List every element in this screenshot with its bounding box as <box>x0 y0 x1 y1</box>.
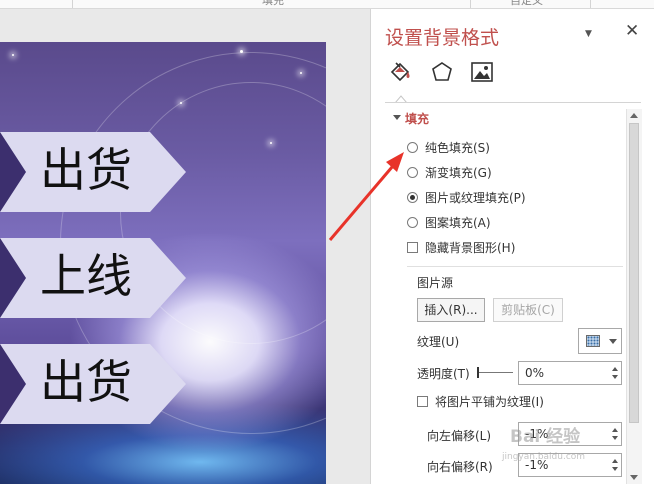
transparency-slider[interactable] <box>477 367 513 378</box>
slider-knob[interactable] <box>477 367 479 378</box>
picture-source-label: 图片源 <box>417 276 454 290</box>
star-decor <box>300 72 302 74</box>
scroll-up-icon[interactable] <box>630 113 638 118</box>
star-decor <box>12 54 14 56</box>
spin-up-icon[interactable] <box>612 459 618 463</box>
banner-text[interactable]: 出货 <box>40 350 132 414</box>
spin-down-icon[interactable] <box>612 436 618 440</box>
picture-fill-radio[interactable] <box>407 192 418 203</box>
format-background-pane: 设置背景格式 ▼ ✕ 填充 纯色填充(S) 渐变填充(G) 图片或纹理填充(P)… <box>370 9 654 484</box>
texture-label: 纹理(U) <box>417 335 460 349</box>
collapse-triangle-icon[interactable] <box>393 115 401 120</box>
offset-right-label: 向右偏移(R) <box>427 460 493 474</box>
picture-icon[interactable] <box>469 59 495 85</box>
tile-picture-checkbox[interactable] <box>417 396 428 407</box>
transparency-value: 0% <box>525 366 545 380</box>
star-decor <box>270 142 272 144</box>
section-divider <box>407 266 623 267</box>
insert-button[interactable]: 插入(R)... <box>417 298 485 322</box>
pattern-fill-label[interactable]: 图案填充(A) <box>425 214 491 231</box>
close-icon[interactable]: ✕ <box>625 21 639 41</box>
pane-options-dropdown[interactable]: ▼ <box>585 29 592 39</box>
transparency-input[interactable]: 0% <box>518 361 622 385</box>
banner-text[interactable]: 上线 <box>40 244 132 308</box>
spin-down-icon[interactable] <box>612 467 618 471</box>
star-decor <box>180 102 182 104</box>
solid-fill-radio[interactable] <box>407 142 418 153</box>
watermark-url: jingyan.baidu.com <box>502 452 586 462</box>
tile-picture-label[interactable]: 将图片平铺为纹理(I) <box>435 393 544 410</box>
paint-bucket-icon[interactable] <box>387 59 413 85</box>
pentagon-icon[interactable] <box>429 59 455 85</box>
hide-bg-graphics-checkbox[interactable] <box>407 242 418 253</box>
banner-shape[interactable]: 上线 <box>0 238 186 318</box>
texture-picker[interactable] <box>578 328 622 354</box>
transparency-label: 透明度(T) <box>417 367 470 381</box>
solid-fill-label[interactable]: 纯色填充(S) <box>425 139 490 156</box>
picture-fill-label[interactable]: 图片或纹理填充(P) <box>425 189 526 206</box>
ribbon-separator <box>590 0 591 8</box>
ribbon-fill-label[interactable]: 填充 <box>262 0 284 8</box>
pane-title: 设置背景格式 <box>385 27 500 49</box>
banner-shape[interactable]: 出货 <box>0 344 186 424</box>
star-decor <box>240 50 243 53</box>
ribbon-custom-label[interactable]: 自定义 <box>510 0 543 8</box>
pane-scrollbar[interactable] <box>626 109 642 484</box>
gradient-fill-radio[interactable] <box>407 167 418 178</box>
pattern-fill-radio[interactable] <box>407 217 418 228</box>
spin-down-icon[interactable] <box>612 375 618 379</box>
slide[interactable]: 出货 上线 出货 <box>0 42 326 484</box>
scroll-down-icon[interactable] <box>630 475 638 480</box>
chevron-down-icon <box>609 339 617 344</box>
texture-swatch-icon <box>586 335 600 347</box>
hide-bg-graphics-label[interactable]: 隐藏背景图形(H) <box>425 239 515 256</box>
watermark: Bai 经验 <box>510 427 581 447</box>
scrollbar-thumb[interactable] <box>629 123 639 423</box>
ribbon-strip: 填充 自定义 <box>0 0 654 9</box>
ribbon-separator <box>470 0 471 8</box>
banner-shape[interactable]: 出货 <box>0 132 186 212</box>
gradient-fill-label[interactable]: 渐变填充(G) <box>425 164 492 181</box>
offset-left-label: 向左偏移(L) <box>427 429 492 443</box>
tab-divider <box>385 102 641 103</box>
spin-up-icon[interactable] <box>612 367 618 371</box>
fill-section-header[interactable]: 填充 <box>405 110 429 127</box>
banner-text[interactable]: 出货 <box>40 138 132 202</box>
clipboard-button[interactable]: 剪贴板(C) <box>493 298 563 322</box>
ribbon-separator <box>72 0 73 8</box>
spin-up-icon[interactable] <box>612 428 618 432</box>
